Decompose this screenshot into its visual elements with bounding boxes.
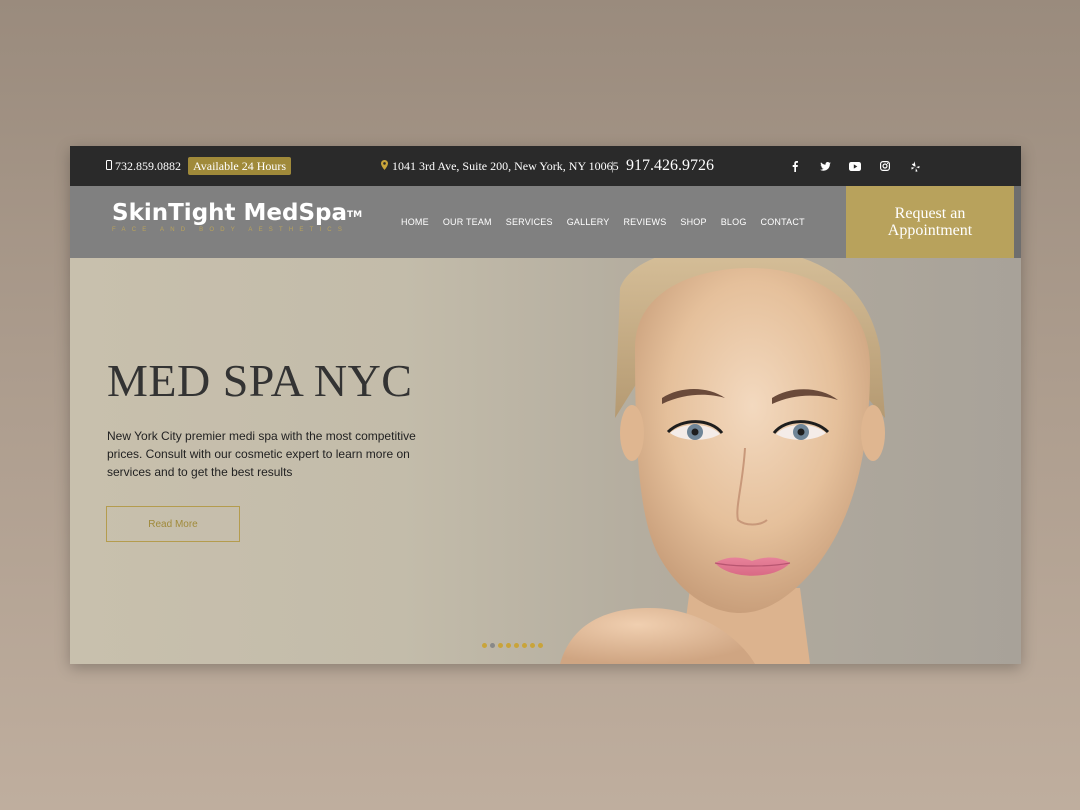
phone-main[interactable]: 917.426.9726 <box>626 146 714 186</box>
address[interactable]: 1041 3rd Ave, Suite 200, New York, NY 10… <box>381 146 619 186</box>
available-badge: Available 24 Hours <box>188 157 292 175</box>
nav-item-our-team[interactable]: OUR TEAM <box>443 217 492 227</box>
request-appointment-button[interactable]: Request an Appointment <box>846 186 1014 258</box>
slider-dot[interactable] <box>506 643 511 648</box>
topbar-separator: | <box>611 158 614 173</box>
twitter-icon[interactable] <box>817 158 833 174</box>
map-pin-icon <box>381 159 388 174</box>
nav-edge <box>1014 186 1021 258</box>
phone-left-number: 732.859.0882 <box>115 158 181 173</box>
top-bar: 732.859.0882 Available 24 Hours 1041 3rd… <box>70 146 1021 186</box>
slider-dot[interactable] <box>522 643 527 648</box>
cta-line-1: Request an <box>894 205 966 222</box>
instagram-icon[interactable] <box>877 158 893 174</box>
logo[interactable]: SkinTight MedSpaTM FACE AND BODY AESTHET… <box>112 198 362 233</box>
phone-left[interactable]: 732.859.0882 Available 24 Hours <box>106 146 292 186</box>
address-text: 1041 3rd Ave, Suite 200, New York, NY 10… <box>392 158 619 173</box>
website-frame: 732.859.0882 Available 24 Hours 1041 3rd… <box>70 146 1021 664</box>
slider-dot[interactable] <box>498 643 503 648</box>
logo-tagline: FACE AND BODY AESTHETICS <box>112 227 349 233</box>
nav-item-reviews[interactable]: REVIEWS <box>623 217 666 227</box>
hero-title: MED SPA NYC <box>107 355 413 406</box>
slider-dot[interactable] <box>482 643 487 648</box>
logo-title: SkinTight MedSpaTM <box>112 200 363 226</box>
slider-dot-active[interactable] <box>490 643 495 648</box>
slider-dots <box>482 643 543 648</box>
nav-item-gallery[interactable]: GALLERY <box>567 217 610 227</box>
cta-line-2: Appointment <box>887 222 973 239</box>
read-more-button[interactable]: Read More <box>106 506 240 542</box>
logo-trademark: TM <box>347 210 363 220</box>
hero-slider: MED SPA NYC New York City premier medi s… <box>70 258 1021 664</box>
nav-menu: HOME OUR TEAM SERVICES GALLERY REVIEWS S… <box>401 186 805 258</box>
slider-dot[interactable] <box>514 643 519 648</box>
mobile-phone-icon <box>106 159 112 174</box>
youtube-icon[interactable] <box>847 158 863 174</box>
social-links <box>787 146 923 186</box>
facebook-icon[interactable] <box>787 158 803 174</box>
hero-description: New York City premier medi spa with the … <box>107 429 416 479</box>
slider-dot[interactable] <box>530 643 535 648</box>
slider-dot[interactable] <box>538 643 543 648</box>
hero-model-image <box>560 258 885 664</box>
nav-item-contact[interactable]: CONTACT <box>761 217 805 227</box>
nav-item-services[interactable]: SERVICES <box>506 217 553 227</box>
nav-item-shop[interactable]: SHOP <box>680 217 706 227</box>
yelp-icon[interactable] <box>907 158 923 174</box>
nav-item-home[interactable]: HOME <box>401 217 429 227</box>
main-nav: SkinTight MedSpaTM FACE AND BODY AESTHET… <box>70 186 1021 258</box>
nav-item-blog[interactable]: BLOG <box>721 217 747 227</box>
